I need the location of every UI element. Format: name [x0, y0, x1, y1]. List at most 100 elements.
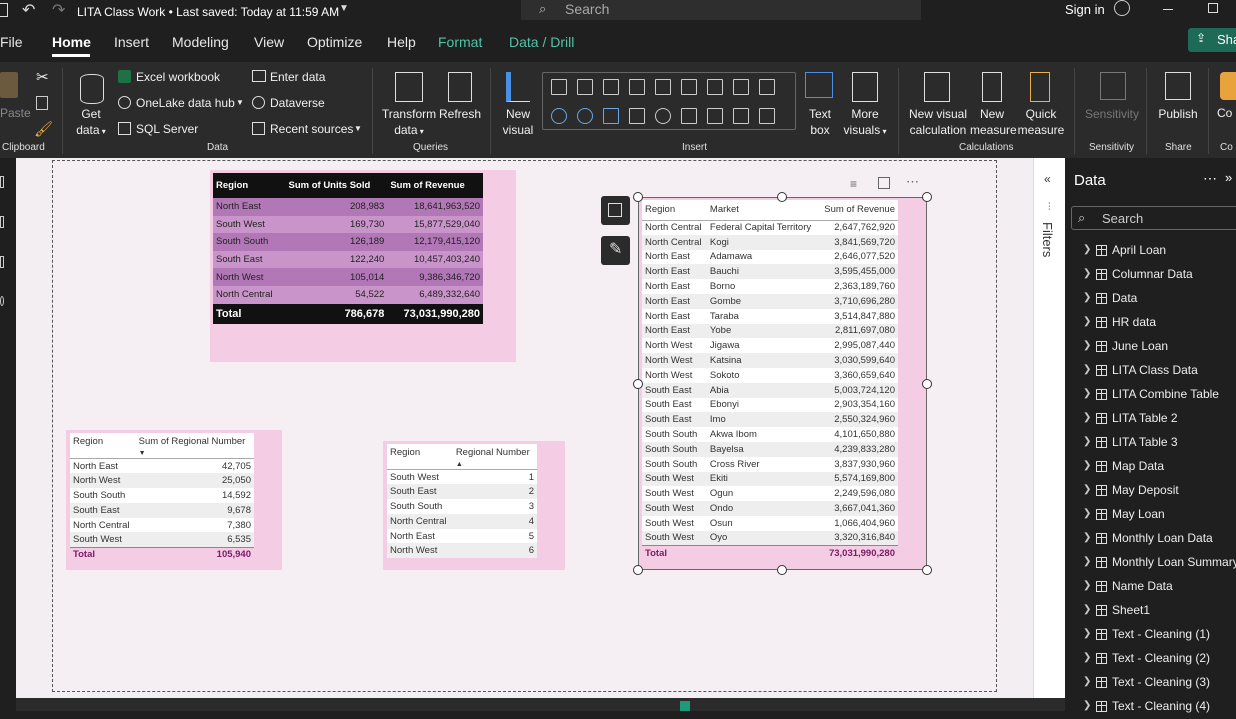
data-table-item[interactable]: ❯ Text - Cleaning (3)	[1065, 671, 1236, 695]
new-visual-button[interactable]: New visual	[498, 106, 538, 138]
table-row[interactable]: South East 9,678	[70, 502, 254, 518]
add-page-icon[interactable]	[680, 701, 690, 711]
format-painter-icon[interactable]: 🖌	[34, 120, 53, 138]
ribbon-chart-icon[interactable]	[759, 79, 775, 95]
column-header[interactable]: Regional Number ▲	[452, 444, 537, 470]
resize-handle[interactable]	[922, 565, 932, 575]
tab-home[interactable]: Home	[52, 34, 91, 50]
expand-icon[interactable]: »	[1225, 170, 1232, 185]
chevron-right-icon[interactable]: ❯	[1083, 364, 1091, 375]
resize-handle[interactable]	[777, 192, 787, 202]
stacked-bar-100-icon[interactable]	[603, 79, 619, 95]
data-table-item[interactable]: ❯ Monthly Loan Summary	[1065, 551, 1236, 575]
data-table-item[interactable]: ❯ Monthly Loan Data	[1065, 527, 1236, 551]
table-row[interactable]: North Central 54,522 6,489,332,640	[213, 285, 483, 304]
data-table-item[interactable]: ❯ Text - Cleaning (1)	[1065, 623, 1236, 647]
chevron-right-icon[interactable]: ❯	[1083, 292, 1091, 303]
filters-pane[interactable]: « ⫶ Filters	[1033, 158, 1065, 711]
tab-data-drill[interactable]: Data / Drill	[509, 34, 574, 50]
table-row[interactable]: South South 14,592	[70, 488, 254, 503]
excel-workbook-button[interactable]: Excel workbook	[136, 70, 220, 84]
column-header[interactable]: Region	[213, 173, 286, 198]
chevron-right-icon[interactable]: ❯	[1083, 556, 1091, 567]
gauge-icon[interactable]	[655, 108, 671, 124]
resize-handle[interactable]	[922, 192, 932, 202]
table-row[interactable]: South West 6,535	[70, 532, 254, 548]
maximize-icon[interactable]	[1208, 3, 1218, 13]
resize-handle[interactable]	[633, 379, 643, 389]
tab-file[interactable]: File	[0, 34, 23, 50]
search-box[interactable]: ⌕ Search	[521, 0, 921, 20]
data-table-item[interactable]: ❯ LITA Combine Table	[1065, 383, 1236, 407]
recent-sources-button[interactable]: Recent sources	[270, 122, 353, 136]
account-icon[interactable]	[1114, 0, 1130, 16]
chevron-right-icon[interactable]: ❯	[1083, 508, 1091, 519]
table-row[interactable]: North East 42,705	[70, 458, 254, 474]
table-row[interactable]: South West 1	[387, 469, 537, 485]
onelake-data-hub-button[interactable]: OneLake data hub	[136, 96, 235, 110]
chevron-right-icon[interactable]: ❯	[1083, 484, 1091, 495]
enter-data-button[interactable]: Enter data	[270, 70, 325, 84]
copilot-button[interactable]: Co	[1217, 106, 1232, 120]
table-view-icon[interactable]	[0, 216, 4, 228]
resize-handle[interactable]	[777, 565, 787, 575]
new-measure-button[interactable]: New measure	[970, 106, 1017, 138]
more-options-icon[interactable]: ⋯	[906, 174, 919, 190]
chevron-right-icon[interactable]: ❯	[1083, 532, 1091, 543]
paste-button[interactable]: Paste	[0, 106, 31, 120]
data-table-item[interactable]: ❯ Data	[1065, 287, 1236, 311]
redo-icon[interactable]: ↷	[52, 0, 65, 20]
table-row[interactable]: North West 105,014 9,386,346,720	[213, 268, 483, 286]
visualizations-gallery[interactable]	[542, 72, 796, 130]
stacked-column-icon[interactable]	[655, 79, 671, 95]
data-search-input[interactable]: ⌕ Search	[1071, 206, 1236, 230]
chevron-right-icon[interactable]: ❯	[1083, 244, 1091, 255]
chevron-right-icon[interactable]: ❯	[1083, 436, 1091, 447]
table-row[interactable]: South West 169,730 15,877,529,040	[213, 215, 483, 234]
tab-view[interactable]: View	[254, 34, 284, 50]
focus-mode-icon[interactable]	[878, 177, 890, 189]
table-row[interactable]: North West 25,050	[70, 473, 254, 489]
more-visuals-button[interactable]: More visuals ▾	[838, 106, 892, 140]
minimize-icon[interactable]	[1163, 9, 1173, 10]
resize-handle[interactable]	[633, 565, 643, 575]
table-visual-regional-number[interactable]: Region Regional Number ▲ South West 1 South…	[383, 441, 565, 570]
data-table-item[interactable]: ❯ Columnar Data	[1065, 263, 1236, 287]
column-header[interactable]: Sum of Revenue	[387, 173, 483, 198]
table-row[interactable]: North Central 7,380	[70, 517, 254, 533]
quick-measure-button[interactable]: Quick measure	[1016, 106, 1066, 138]
stacked-bar-icon[interactable]	[551, 79, 567, 95]
table-row[interactable]: North Central 4	[387, 513, 537, 529]
data-table-item[interactable]: ❯ HR data	[1065, 311, 1236, 335]
map-icon[interactable]	[629, 108, 645, 124]
data-table-item[interactable]: ❯ April Loan	[1065, 239, 1236, 263]
data-table-item[interactable]: ❯ LITA Class Data	[1065, 359, 1236, 383]
data-table-item[interactable]: ❯ Sheet1	[1065, 599, 1236, 623]
column-icon[interactable]	[629, 79, 645, 95]
text-box-button[interactable]: Text box	[800, 106, 840, 138]
chevron-right-icon[interactable]: ❯	[1083, 700, 1091, 711]
share-button[interactable]: ⇪ Sha	[1188, 28, 1236, 52]
chevron-down-icon[interactable]: ▼	[354, 124, 362, 133]
collapse-icon[interactable]: «	[1044, 172, 1051, 186]
resize-handle[interactable]	[922, 379, 932, 389]
data-table-item[interactable]: ❯ Name Data	[1065, 575, 1236, 599]
data-table-item[interactable]: ❯ May Loan	[1065, 503, 1236, 527]
save-icon[interactable]	[0, 3, 8, 17]
table-row[interactable]: South East 122,240 10,457,403,240	[213, 250, 483, 269]
more-options-icon[interactable]: ⋯	[1203, 170, 1217, 187]
table-row[interactable]: North West 6	[387, 543, 537, 559]
chevron-right-icon[interactable]: ❯	[1083, 676, 1091, 687]
undo-icon[interactable]: ↶	[22, 0, 35, 20]
tab-optimize[interactable]: Optimize	[307, 34, 362, 50]
tab-insert[interactable]: Insert	[114, 34, 149, 50]
table-visual-units-revenue[interactable]: Region Sum of Units Sold Sum of Revenue …	[210, 170, 516, 362]
multi-row-card-icon[interactable]	[707, 108, 723, 124]
get-data-button[interactable]: Get data ▾	[76, 106, 106, 140]
pie-icon[interactable]	[551, 108, 567, 124]
chevron-right-icon[interactable]: ❯	[1083, 652, 1091, 663]
format-visual-button[interactable]: ✎	[601, 236, 630, 265]
table-visual-icon[interactable]	[733, 108, 749, 124]
data-table-item[interactable]: ❯ LITA Table 3	[1065, 431, 1236, 455]
data-table-item[interactable]: ❯ Text - Cleaning (4)	[1065, 695, 1236, 719]
